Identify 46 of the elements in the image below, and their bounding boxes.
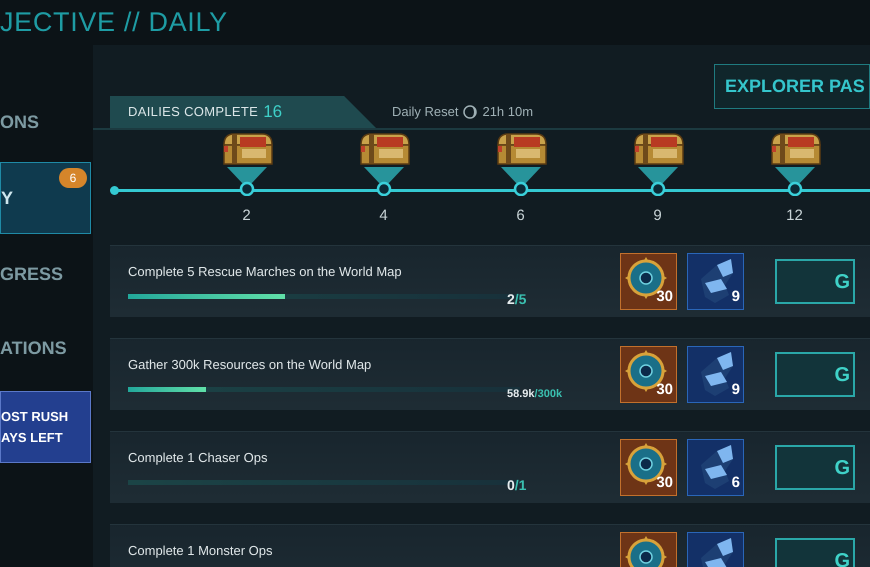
- page-title: JECTIVE // DAILY: [0, 9, 228, 36]
- compass-icon: [620, 253, 677, 310]
- sidebar-tab[interactable]: GRESS: [0, 237, 91, 311]
- task-title: Complete 1 Monster Ops: [128, 542, 274, 560]
- reward-count: 30: [656, 472, 673, 492]
- crystal-icon: [687, 439, 744, 496]
- go-button[interactable]: G: [775, 352, 855, 397]
- reward-count: 30: [656, 380, 673, 400]
- crystal-icon: [687, 346, 744, 403]
- reward-count: 9: [732, 380, 740, 400]
- reward-count: 6: [732, 472, 740, 492]
- reward-count: 9: [732, 286, 740, 306]
- milestone-count: 12: [786, 206, 803, 226]
- milestone-marker: [636, 167, 680, 196]
- dailies-label: DAILIES COMPLETE: [128, 103, 258, 122]
- event-button[interactable]: OST RUSH AYS LEFT: [0, 391, 91, 463]
- milestone-count: 4: [379, 206, 388, 226]
- go-button[interactable]: G: [775, 445, 855, 490]
- reset-time: 21h 10m: [482, 103, 534, 122]
- milestone-count: 2: [242, 206, 251, 226]
- milestone-count: 6: [516, 206, 525, 226]
- reset-label: Daily Reset: [392, 103, 458, 122]
- sidebar-tab[interactable]: Y 6: [0, 162, 91, 234]
- reward-count: 30: [656, 286, 673, 306]
- crystal-icon: [687, 253, 744, 310]
- milestone-marker: [224, 167, 268, 196]
- compass-icon: [620, 346, 677, 403]
- milestone-marker: [362, 167, 406, 196]
- progress-count: 2/5: [507, 291, 526, 307]
- go-button[interactable]: G: [775, 259, 855, 304]
- sidebar-tab[interactable]: ATIONS: [0, 311, 91, 385]
- progress-count: 0/1: [507, 477, 526, 493]
- go-button[interactable]: G: [775, 538, 855, 567]
- count-badge: 6: [59, 168, 87, 188]
- moon-icon: [463, 105, 478, 119]
- milestone-marker: [498, 167, 542, 196]
- explorer-pass-button[interactable]: EXPLORER PAS: [714, 64, 870, 109]
- dailies-count: 16: [263, 101, 282, 124]
- compass-icon: [620, 439, 677, 496]
- sidebar-tab[interactable]: ONS: [0, 85, 91, 159]
- progress-count: 58.9k/300k: [507, 388, 562, 400]
- task-title: Complete 1 Chaser Ops: [128, 449, 268, 467]
- milestone-count: 9: [653, 206, 662, 226]
- milestone-marker: [772, 167, 816, 196]
- task-title: Gather 300k Resources on the World Map: [128, 356, 372, 374]
- task-title: Complete 5 Rescue Marches on the World Map: [128, 263, 403, 281]
